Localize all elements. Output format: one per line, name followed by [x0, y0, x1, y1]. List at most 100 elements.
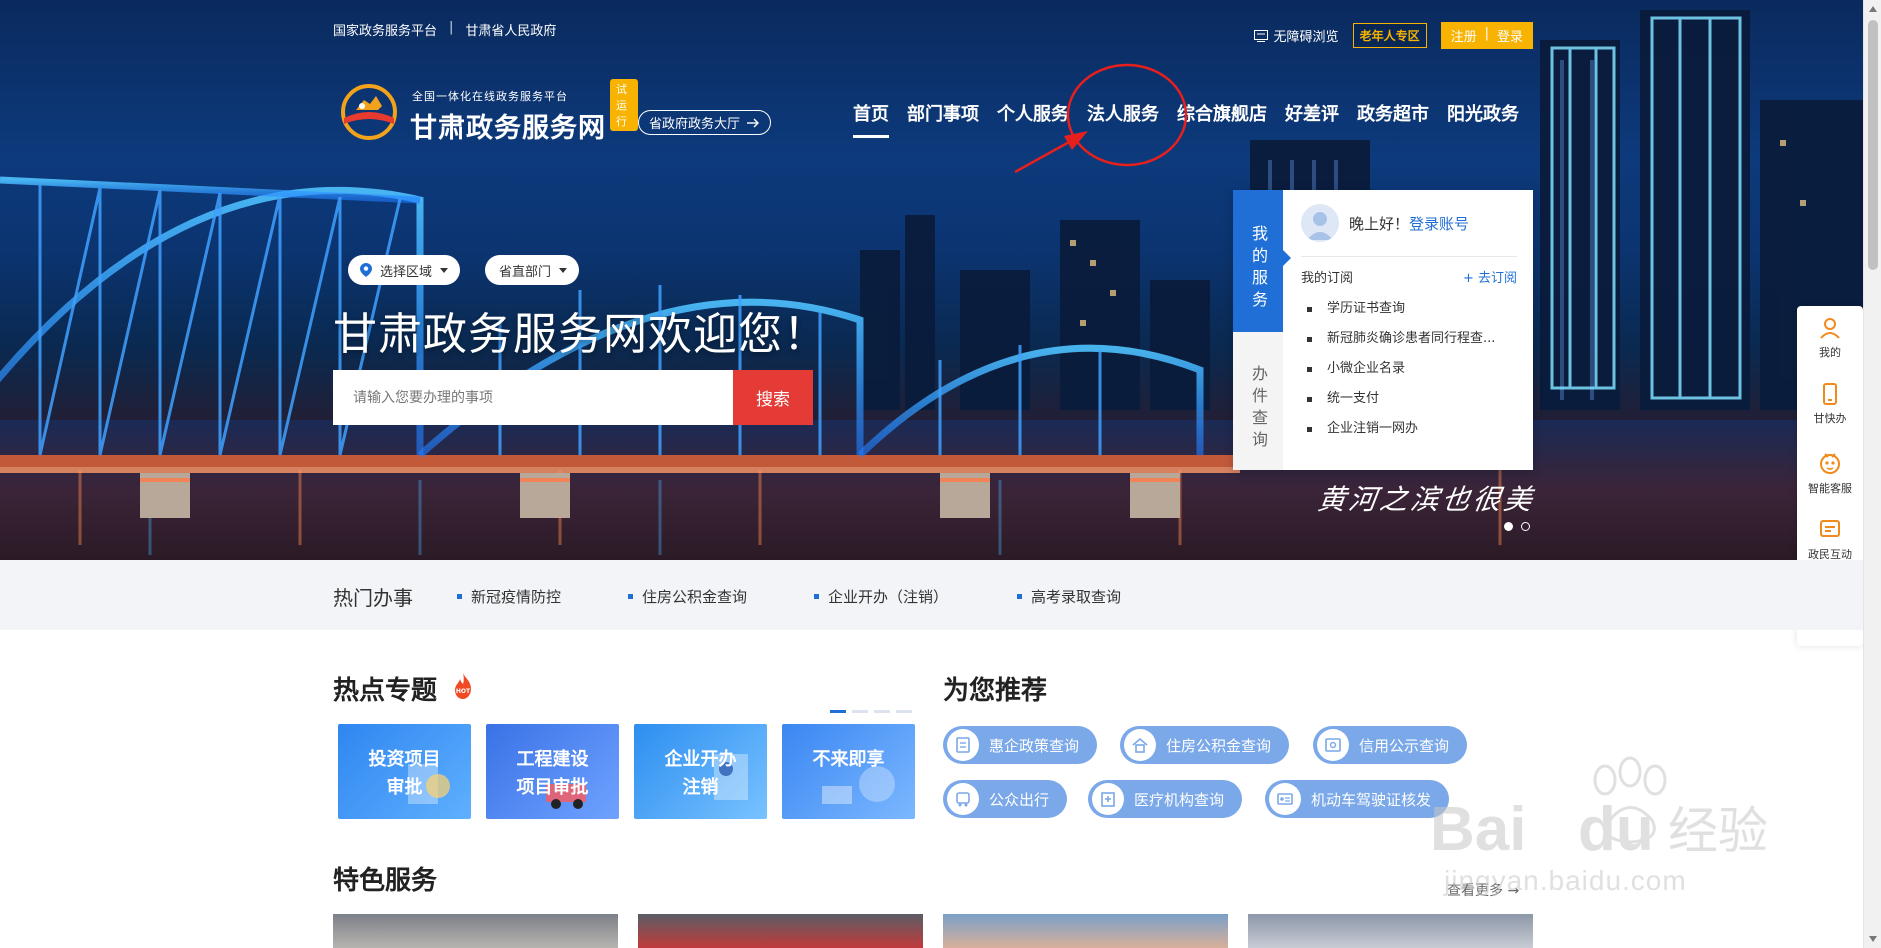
accessibility-button[interactable]: 无障碍浏览	[1253, 26, 1339, 45]
location-pin-icon	[360, 263, 372, 277]
topic-line-2: 项目审批	[516, 777, 589, 798]
region-select[interactable]: 选择区域	[348, 255, 461, 285]
greeting-row: 晚上好！ 登录账号	[1301, 204, 1517, 257]
featured-card-4[interactable]	[1248, 914, 1533, 948]
view-more-link[interactable]: 查看更多 →	[1447, 880, 1519, 900]
subscription-header: 我的订阅 + 去订阅	[1301, 267, 1517, 286]
topics-indicator-3[interactable]	[874, 710, 890, 713]
topic-card-construction[interactable]: 工程建设 项目审批	[486, 724, 619, 819]
avatar	[1301, 204, 1339, 242]
logo-name: 甘肃政务服务网	[410, 113, 606, 144]
topics-indicator-1[interactable]	[830, 710, 846, 713]
recommend-credit-button[interactable]: 信用公示查询	[1313, 726, 1468, 764]
nav-service-rating[interactable]: 好差评	[1285, 100, 1339, 126]
topic-line-1: 企业开办	[664, 749, 737, 770]
search-button[interactable]: 搜索	[733, 370, 813, 425]
float-smart-service-button[interactable]: 智能客服	[1797, 450, 1863, 496]
department-select-label: 省直部门	[499, 264, 552, 280]
topic-line-1: 投资项目	[368, 749, 441, 770]
hot-link-enterprise[interactable]: 企业开办（注销）	[812, 586, 948, 607]
national-platform-link[interactable]: 国家政务服务平台	[333, 20, 437, 39]
carousel-dot-1[interactable]	[1504, 522, 1513, 531]
tab-my-service[interactable]: 我的服务	[1233, 190, 1291, 332]
topic-line-2: 审批	[386, 777, 423, 798]
search-input[interactable]	[333, 370, 733, 425]
topic-card-instant[interactable]: 不来即享	[782, 724, 915, 819]
recommend-enterprise-policy-button[interactable]: 惠企政策查询	[943, 726, 1098, 764]
nav-department-items[interactable]: 部门事项	[907, 100, 979, 126]
phone-icon	[1823, 383, 1837, 405]
top-links: 国家政务服务平台 | 甘肃省人民政府	[333, 20, 556, 39]
search-bar: 搜索	[333, 370, 813, 425]
hero-banner: 国家政务服务平台 | 甘肃省人民政府 无障碍浏览 老年人专区 注册 | 登录 全…	[0, 0, 1863, 560]
site-logo[interactable]: 全国一体化在线政务服务平台 甘肃政务服务网 试运行	[338, 79, 638, 144]
float-my-button[interactable]: 我的	[1797, 316, 1863, 360]
list-item[interactable]: 统一支付	[1301, 384, 1517, 414]
featured-card-2[interactable]	[638, 914, 923, 948]
provincial-government-link[interactable]: 甘肃省人民政府	[465, 20, 556, 39]
department-select[interactable]: 省直部门	[485, 255, 580, 285]
recommend-medical-button[interactable]: 医疗机构查询	[1088, 780, 1243, 818]
my-service-panel: 我的服务 办件查询 晚上好！ 登录账号 我的订阅 + 去订阅 学历证书查询 新冠…	[1233, 190, 1533, 470]
topics-indicator-4[interactable]	[896, 710, 912, 713]
topic-card-enterprise[interactable]: 企业开办 注销	[634, 724, 767, 819]
hot-link-admission[interactable]: 高考录取查询	[1015, 586, 1121, 607]
tab-case-query[interactable]: 办件查询	[1233, 332, 1283, 470]
nav-government-supermarket[interactable]: 政务超市	[1357, 100, 1429, 126]
page-scrollbar[interactable]	[1863, 0, 1881, 948]
list-item[interactable]: 小微企业名录	[1301, 354, 1517, 384]
recommend-label: 医疗机构查询	[1134, 790, 1225, 809]
provincial-hall-label: 省政府政务大厅	[649, 117, 741, 132]
carousel-dot-2[interactable]	[1521, 522, 1530, 531]
bus-icon	[947, 783, 979, 815]
hot-link-housing-fund[interactable]: 住房公积金查询	[626, 586, 747, 607]
scrollbar-thumb[interactable]	[1868, 20, 1878, 270]
nav-home[interactable]: 首页	[853, 100, 889, 138]
recommend-title: 为您推荐	[943, 676, 1048, 706]
nav-sunshine-affairs[interactable]: 阳光政务	[1447, 100, 1519, 126]
recommend-label: 机动车驾驶证核发	[1311, 790, 1432, 809]
subscriptions-label: 我的订阅	[1301, 271, 1354, 286]
scroll-up-icon[interactable]	[1869, 6, 1877, 12]
nav-flagship-store[interactable]: 综合旗舰店	[1177, 100, 1267, 126]
recommend-label: 住房公积金查询	[1166, 736, 1272, 755]
region-select-label: 选择区域	[380, 264, 433, 280]
topics-indicator-2[interactable]	[852, 710, 868, 713]
subscribe-link[interactable]: + 去订阅	[1463, 267, 1517, 286]
recommend-label: 信用公示查询	[1359, 736, 1450, 755]
recommend-driver-license-button[interactable]: 机动车驾驶证核发	[1265, 780, 1450, 818]
senior-zone-button[interactable]: 老年人专区	[1352, 23, 1427, 48]
float-gankuaiban-button[interactable]: 甘快办	[1797, 382, 1863, 426]
featured-card-1[interactable]	[333, 914, 618, 948]
topic-line-2: 注销	[682, 777, 719, 798]
list-item[interactable]: 企业注销一网办	[1301, 414, 1517, 444]
hot-link-epidemic[interactable]: 新冠疫情防控	[455, 586, 561, 607]
recommend-housing-fund-button[interactable]: 住房公积金查询	[1120, 726, 1290, 764]
recommend-label: 公众出行	[989, 790, 1050, 809]
user-avatar-icon	[1307, 212, 1333, 240]
topic-card-investment[interactable]: 投资项目 审批	[338, 724, 471, 819]
float-smart-service-label: 智能客服	[1808, 482, 1852, 495]
float-interaction-button[interactable]: 政民互动	[1797, 518, 1863, 562]
provincial-hall-button[interactable]: 省政府政务大厅	[638, 110, 772, 135]
house-icon	[1124, 729, 1156, 761]
login-account-link[interactable]: 登录账号	[1409, 213, 1469, 234]
robot-icon	[1820, 453, 1840, 474]
chevron-down-icon	[559, 267, 568, 273]
nav-legal-person-services[interactable]: 法人服务	[1087, 100, 1159, 126]
scroll-down-icon[interactable]	[1869, 936, 1877, 942]
service-tabs: 我的服务 办件查询	[1233, 190, 1291, 470]
hot-topics-title: 热点专题	[333, 676, 438, 706]
hot-affairs-title: 热门办事	[333, 586, 413, 610]
nav-personal-services[interactable]: 个人服务	[997, 100, 1069, 126]
topics-carousel-indicator	[830, 710, 912, 713]
topic-line-1: 工程建设	[516, 749, 589, 770]
list-item[interactable]: 新冠肺炎确诊患者同行程查...	[1301, 324, 1517, 354]
featured-card-3[interactable]	[943, 914, 1228, 948]
top-links-separator: |	[449, 20, 454, 35]
recommend-travel-button[interactable]: 公众出行	[943, 780, 1068, 818]
watermark-brand-du: du	[1578, 795, 1654, 864]
list-item[interactable]: 学历证书查询	[1301, 294, 1517, 324]
login-button[interactable]: 登录	[1497, 26, 1523, 45]
register-button[interactable]: 注册	[1451, 26, 1477, 45]
